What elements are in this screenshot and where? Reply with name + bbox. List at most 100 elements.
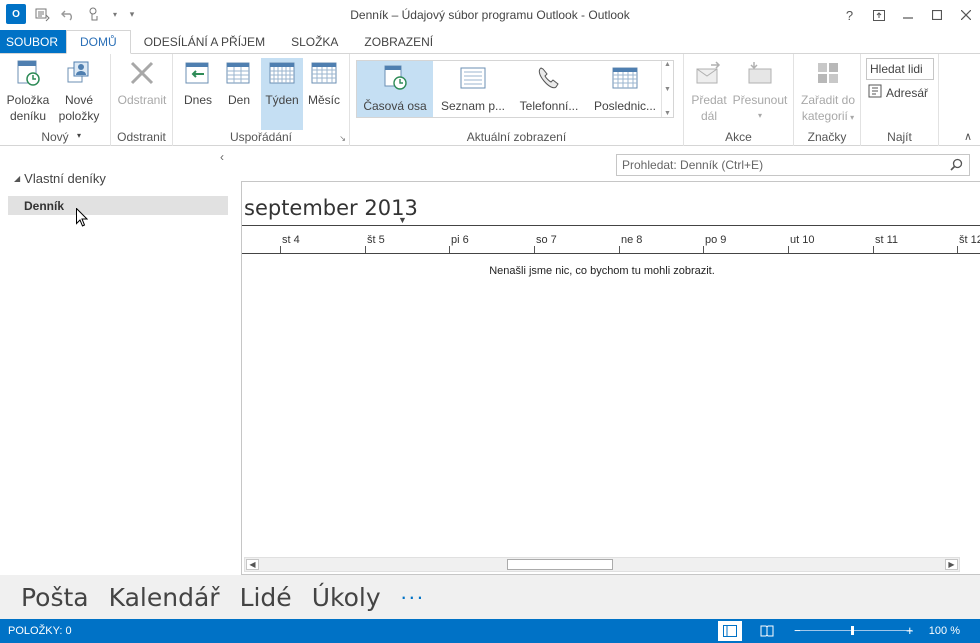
zoom-slider[interactable] [800, 630, 912, 631]
timeline-tick [703, 246, 704, 253]
maximize-icon[interactable] [922, 0, 951, 30]
timeline-tick [873, 246, 874, 253]
status-bar: POLOŽKY: 0 − + 100 % [0, 619, 980, 643]
week-view-label: Týden [265, 93, 299, 107]
dialog-launcher-icon[interactable]: ↘ [339, 134, 346, 143]
view-phone-calls[interactable]: Telefonní... [511, 61, 587, 117]
timeline-day-header: st 4 št 5 pi 6 so 7 ne 8 po 9 ut 10 st 1… [242, 225, 980, 254]
tab-zobrazeni[interactable]: ZOBRAZENÍ [351, 30, 446, 53]
timeline-day-4: ne 8 [621, 234, 643, 246]
categorize-icon [812, 58, 844, 88]
zoom-level[interactable]: 100 % [929, 625, 960, 637]
zoom-slider-knob[interactable] [851, 626, 854, 635]
gallery-scroll[interactable]: ▲ ▼ ▼ [661, 61, 673, 117]
move-button[interactable]: Přesunout ▾ [732, 58, 788, 124]
view-timeline[interactable]: Časová osa [357, 61, 433, 117]
group-novy: Položka deníku Nové položky ▾ Nový [0, 54, 111, 146]
journal-item-icon [12, 58, 44, 88]
expand-triangle-icon[interactable]: ◢ [14, 174, 20, 183]
categorize-button[interactable]: Zařadit do kategorií ▾ [798, 58, 858, 126]
gallery-up-icon[interactable]: ▲ [664, 61, 671, 68]
move-dropdown-icon: ▾ [757, 111, 762, 120]
gallery-more-icon[interactable]: ▼ [664, 110, 671, 117]
customize-qat-icon[interactable]: ▾ [126, 4, 138, 24]
horizontal-scrollbar[interactable]: ◀ ▶ [244, 557, 960, 572]
reading-view-icon [760, 625, 774, 637]
view-list[interactable]: Seznam p... [435, 61, 511, 117]
gallery-down-icon[interactable]: ▼ [664, 86, 671, 93]
nav-ukoly[interactable]: Úkoly [312, 583, 381, 612]
calendar-today-icon [182, 58, 214, 88]
timeline-tick [280, 246, 281, 253]
last-seven-days-view-label: Poslednic... [593, 99, 657, 113]
timeline-tick [534, 246, 535, 253]
nav-kalendar[interactable]: Kalendář [109, 583, 220, 612]
week-view-button[interactable]: Týden [261, 58, 303, 130]
group-odstranit: Odstranit Odstranit [111, 54, 173, 146]
folder-item-dennik[interactable]: Denník [8, 196, 228, 215]
timeline-month-label[interactable]: september 2013 [244, 196, 418, 220]
search-journal-input[interactable]: Prohledat: Denník (Ctrl+E) [616, 154, 970, 176]
today-button[interactable]: Dnes [181, 58, 215, 130]
group-label-odstranit: Odstranit [117, 130, 166, 144]
minimize-folder-pane-icon[interactable]: ‹ [220, 150, 224, 164]
nav-posta[interactable]: Pošta [21, 583, 89, 612]
month-dropdown-icon[interactable]: ▼ [398, 215, 407, 225]
ribbon: Položka deníku Nové položky ▾ Nový Odstr… [0, 54, 980, 146]
folder-pane: ‹ ◢ Vlastní deníky Denník [0, 147, 232, 574]
timeline-tick [788, 246, 789, 253]
month-view-label: Měsíc [307, 93, 340, 107]
delete-label: Odstranit [117, 93, 167, 107]
touch-mode-icon[interactable] [84, 4, 104, 24]
search-people-input[interactable] [866, 58, 934, 80]
recent-calendar-icon [611, 64, 639, 95]
mouse-cursor-icon [76, 207, 89, 228]
group-akce: Předat dál Přesunout ▾ Akce [684, 54, 794, 146]
help-icon[interactable]: ? [835, 0, 864, 30]
nav-more-icon[interactable]: ... [401, 579, 425, 605]
timeline-tick [957, 246, 958, 253]
scrollbar-thumb[interactable] [507, 559, 613, 570]
forward-label-1: Předat [691, 93, 727, 107]
address-book-icon [868, 84, 882, 101]
close-icon[interactable] [951, 0, 980, 30]
send-receive-icon[interactable] [32, 4, 52, 24]
normal-view-button[interactable] [718, 621, 742, 641]
view-last-seven-days[interactable]: Poslednic... [587, 61, 663, 117]
phone-icon [535, 64, 563, 95]
group-label-aktualni: Aktuální zobrazení [466, 130, 567, 144]
timeline-view-icon [381, 64, 409, 95]
tab-domu[interactable]: DOMŮ [66, 30, 131, 54]
minimize-icon[interactable] [893, 0, 922, 30]
folder-group-label: Vlastní deníky [24, 171, 106, 186]
empty-view-message: Nenašli jsme nic, co bychom tu mohli zob… [489, 265, 715, 277]
nav-lide[interactable]: Lidé [240, 583, 292, 612]
zoom-in-icon[interactable]: + [906, 623, 914, 638]
folder-group-my-journals[interactable]: ◢ Vlastní deníky [14, 171, 106, 186]
calendar-week-icon [266, 58, 298, 88]
tab-soubor[interactable]: SOUBOR [0, 30, 67, 53]
tab-slozka[interactable]: SLOŽKA [278, 30, 351, 53]
outlook-logo-icon[interactable]: O [6, 4, 26, 24]
tab-odesilani-a-prijem[interactable]: ODESÍLÁNÍ A PŘÍJEM [131, 30, 278, 53]
scroll-left-icon[interactable]: ◀ [246, 559, 259, 570]
phone-calls-view-label: Telefonní... [519, 99, 579, 113]
undo-icon[interactable] [58, 4, 78, 24]
calendar-month-icon [308, 58, 340, 88]
ribbon-display-options-icon[interactable] [864, 0, 893, 30]
reading-view-button[interactable] [755, 621, 779, 641]
collapse-ribbon-icon[interactable]: ∧ [964, 130, 972, 143]
day-view-button[interactable]: Den [223, 58, 255, 130]
categorize-dropdown-icon: ▾ [847, 113, 855, 122]
delete-button[interactable]: Odstranit [114, 58, 170, 108]
new-journal-item-button[interactable]: Položka deníku [6, 58, 50, 124]
list-view-icon [459, 64, 487, 95]
items-count: POLOŽKY: 0 [8, 625, 72, 637]
group-label-znacky: Značky [807, 130, 847, 144]
month-view-button[interactable]: Měsíc [306, 58, 342, 130]
scroll-right-icon[interactable]: ▶ [945, 559, 958, 570]
address-book-button[interactable]: Adresář [868, 84, 928, 101]
search-icon[interactable] [950, 158, 963, 174]
forward-button[interactable]: Předat dál [690, 58, 728, 124]
touch-dropdown-icon[interactable]: ▾ [110, 4, 120, 24]
